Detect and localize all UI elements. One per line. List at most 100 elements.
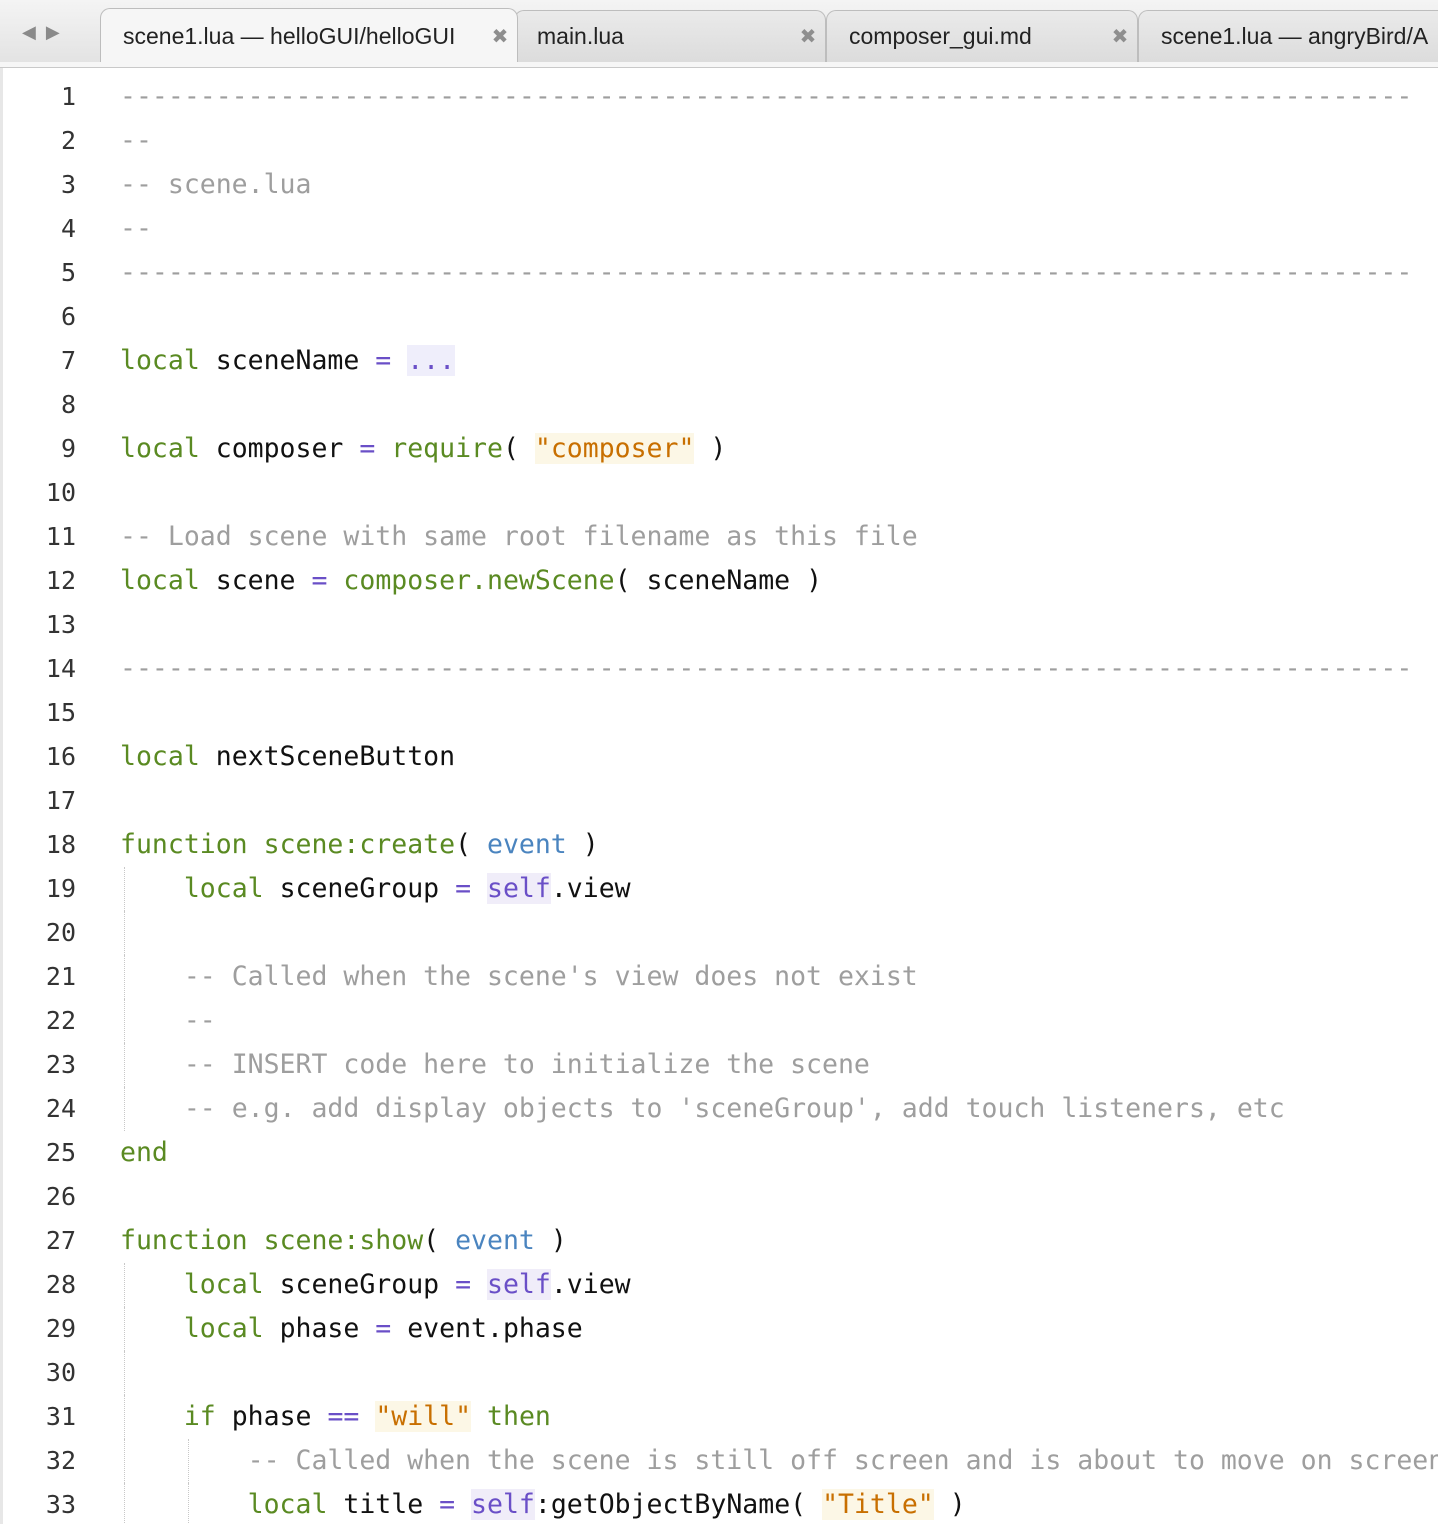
close-icon[interactable]: ✖	[1103, 24, 1137, 49]
code-line[interactable]: 21 -- Called when the scene's view does …	[0, 955, 1438, 999]
code-token: event	[486, 829, 567, 860]
line-number: 16	[45, 742, 76, 771]
code-text: local composer = require( "composer" )	[120, 427, 726, 471]
code-token: -- Called when the scene's view does not…	[183, 961, 918, 992]
code-token: composer.newScene	[343, 565, 615, 596]
code-line[interactable]: 28 local sceneGroup = self.view	[0, 1263, 1438, 1307]
code-line[interactable]: 9 local composer = require( "composer" )	[0, 427, 1438, 471]
code-text: local scene = composer.newScene( sceneNa…	[120, 559, 822, 603]
line-number: 11	[45, 522, 76, 551]
code-line[interactable]: 31 if phase == "will" then	[0, 1395, 1438, 1439]
code-text: ----------------------------------------…	[120, 251, 1412, 295]
code-token: )	[933, 1489, 966, 1520]
code-line[interactable]: 23 -- INSERT code here to initialize the…	[0, 1043, 1438, 1087]
tab-navigation: ◀ ▶	[22, 22, 82, 48]
code-line[interactable]: 10	[0, 471, 1438, 515]
code-line[interactable]: 24 -- e.g. add display objects to 'scene…	[0, 1087, 1438, 1131]
line-number: 24	[45, 1094, 76, 1123]
tab-label: main.lua	[537, 23, 624, 49]
code-text: end	[120, 1131, 168, 1175]
code-line[interactable]: 1 ---------------------------------------…	[0, 75, 1438, 119]
close-icon[interactable]: ✖	[791, 24, 825, 49]
code-line[interactable]: 6	[0, 295, 1438, 339]
code-line[interactable]: 14 --------------------------------------…	[0, 647, 1438, 691]
code-text: -- e.g. add display objects to 'sceneGro…	[120, 1087, 1285, 1131]
code-line[interactable]: 17	[0, 779, 1438, 823]
code-line[interactable]: 15	[0, 691, 1438, 735]
code-line[interactable]: 11 -- Load scene with same root filename …	[0, 515, 1438, 559]
line-number: 33	[45, 1490, 76, 1519]
line-number: 14	[45, 654, 76, 683]
code-line[interactable]: 20	[0, 911, 1438, 955]
line-number: 3	[60, 170, 76, 199]
code-text: local sceneGroup = self.view	[120, 1263, 631, 1307]
line-number: 29	[45, 1314, 76, 1343]
code-line[interactable]: 18 function scene:create( event )	[0, 823, 1438, 867]
code-line[interactable]: 32 -- Called when the scene is still off…	[0, 1439, 1438, 1483]
code-token: phase	[215, 1401, 328, 1432]
code-text: --	[120, 999, 216, 1043]
code-token: event.phase	[391, 1313, 583, 1344]
code-token: "Title"	[822, 1489, 934, 1520]
close-icon[interactable]: ✖	[483, 24, 517, 49]
code-token: self	[471, 1489, 535, 1520]
tab-composer-gui-md[interactable]: composer_gui.md ✖	[826, 10, 1138, 62]
code-text: -- INSERT code here to initialize the sc…	[120, 1043, 870, 1087]
code-line[interactable]: 12 local scene = composer.newScene( scene…	[0, 559, 1438, 603]
line-number: 4	[60, 214, 76, 243]
code-token: (	[423, 1225, 456, 1256]
code-token: require	[391, 433, 503, 464]
code-line[interactable]: 3 -- scene.lua	[0, 163, 1438, 207]
code-line[interactable]: 26	[0, 1175, 1438, 1219]
code-line[interactable]: 4 --	[0, 207, 1438, 251]
code-line[interactable]: 22 --	[0, 999, 1438, 1043]
tab-label: scene1.lua — helloGUI/helloGUI	[123, 22, 456, 49]
code-line[interactable]: 25 end	[0, 1131, 1438, 1175]
code-token: "will"	[375, 1401, 472, 1432]
code-token: =	[455, 873, 472, 904]
code-line[interactable]: 8	[0, 383, 1438, 427]
code-line[interactable]: 19 local sceneGroup = self.view	[0, 867, 1438, 911]
tab-scene1-angrybird[interactable]: scene1.lua — angryBird/A	[1138, 10, 1438, 62]
back-arrow-icon[interactable]: ◀	[22, 22, 36, 48]
code-line[interactable]: 29 local phase = event.phase	[0, 1307, 1438, 1351]
code-token: nextSceneButton	[199, 741, 456, 772]
code-line[interactable]: 13	[0, 603, 1438, 647]
code-line[interactable]: 30	[0, 1351, 1438, 1395]
forward-arrow-icon[interactable]: ▶	[46, 22, 60, 48]
code-token: .view	[550, 873, 631, 904]
code-text: --	[120, 207, 152, 251]
code-token: (	[455, 829, 487, 860]
code-line[interactable]: 5 ---------------------------------------…	[0, 251, 1438, 295]
code-editor[interactable]: 1 ---------------------------------------…	[0, 68, 1438, 1524]
line-number: 5	[60, 258, 76, 287]
line-number: 25	[45, 1138, 76, 1167]
code-token: sceneGroup	[263, 873, 456, 904]
code-line[interactable]: 7 local sceneName = ...	[0, 339, 1438, 383]
code-line[interactable]: 33 local title = self:getObjectByName( "…	[0, 1483, 1438, 1524]
code-token: -- INSERT code here to initialize the sc…	[183, 1049, 870, 1080]
code-token: --	[120, 125, 152, 156]
code-line[interactable]: 16 local nextSceneButton	[0, 735, 1438, 779]
code-token: sceneName	[199, 345, 376, 376]
line-number: 18	[45, 830, 76, 859]
line-number: 8	[60, 390, 76, 419]
line-number: 7	[60, 346, 76, 375]
code-line[interactable]: 2 --	[0, 119, 1438, 163]
code-line[interactable]: 27 function scene:show( event )	[0, 1219, 1438, 1263]
line-number: 26	[45, 1182, 76, 1211]
tab-main-lua[interactable]: main.lua ✖	[514, 10, 826, 62]
code-token: --	[183, 1005, 216, 1036]
code-token: )	[566, 829, 599, 860]
code-token: local	[183, 873, 264, 904]
code-text: ----------------------------------------…	[120, 75, 1412, 119]
line-number: 23	[45, 1050, 76, 1079]
tab-scene1-hellogui[interactable]: scene1.lua — helloGUI/helloGUI ✖	[100, 8, 518, 62]
code-token: -- Load scene with same root filename as…	[120, 521, 918, 552]
